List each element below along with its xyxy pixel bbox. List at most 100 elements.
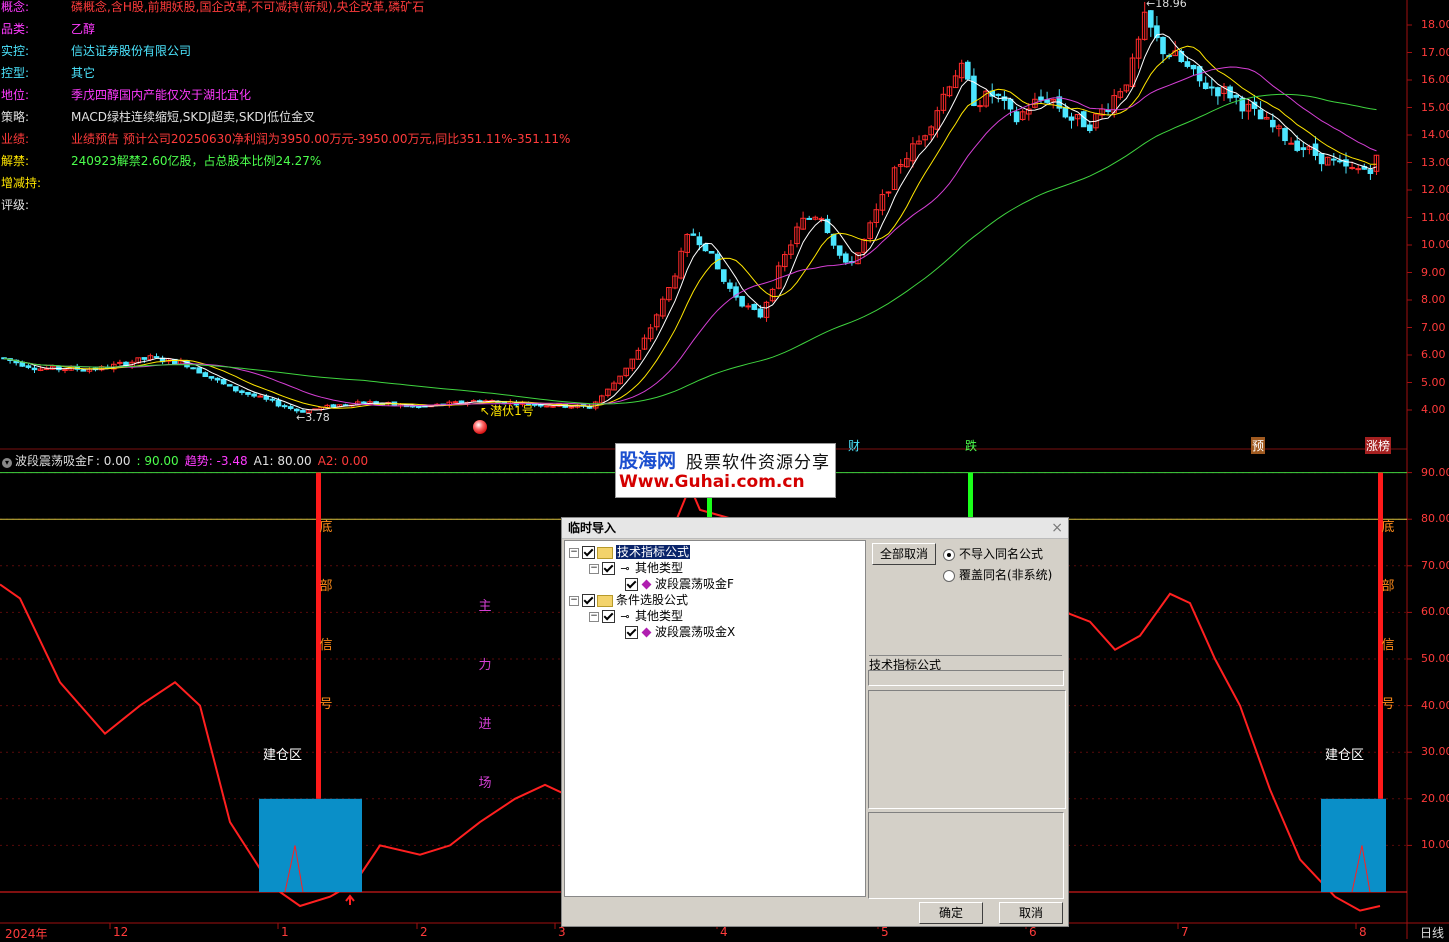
radio-icon[interactable] [943, 548, 955, 561]
price-axis-label: 5.00 [1421, 375, 1446, 389]
temp-import-dialog[interactable]: 临时导入 × − 技术指标公式 − ⊸ 其他类型 波段震荡吸金F − 条件选股公式 − ⊸… [561, 517, 1069, 927]
candle-body [117, 361, 123, 364]
collapse-icon[interactable]: − [569, 547, 579, 558]
close-icon[interactable]: × [1051, 518, 1063, 538]
candle-body [287, 406, 294, 409]
candle-body [220, 379, 227, 385]
indicator-axis-label: 10.00 [1421, 838, 1449, 852]
indicator-value: 趋势: -3.48 [184, 454, 248, 468]
candle-body [1080, 111, 1087, 128]
candle-body [739, 295, 745, 307]
candle-body [1190, 64, 1197, 70]
candle-body [550, 405, 556, 408]
candle-body [245, 391, 251, 395]
candle-body [1209, 86, 1215, 89]
time-axis-label: 5 [881, 925, 889, 939]
tree-node-formula-f[interactable]: 波段震荡吸金F [625, 576, 734, 592]
ma60-line [3, 93, 1377, 405]
watermark-brand: 股海网 [619, 450, 677, 472]
price-axis-label: 10.00 [1421, 238, 1449, 251]
price-axis-label: 14.00 [1421, 128, 1449, 141]
candle-body [1105, 109, 1111, 112]
lurker-annotation: ↖潜伏1号 [480, 404, 534, 418]
high-price-marker: ←18.96 [1146, 0, 1187, 10]
candle-body [208, 376, 215, 379]
candle-body [1282, 128, 1288, 142]
candle-body [1038, 96, 1044, 101]
formula-tree[interactable]: − 技术指标公式 − ⊸ 其他类型 波段震荡吸金F − 条件选股公式 − ⊸ 其他类型 波段… [564, 540, 866, 897]
category-field [868, 670, 1064, 686]
tree-label: 其他类型 [635, 561, 684, 575]
build-zone-label-right: 建仓区 [1325, 748, 1365, 763]
ok-button[interactable]: 确定 [919, 902, 983, 924]
event-tag-drop[interactable]: 跌 [965, 437, 977, 454]
candle-body [1318, 153, 1325, 165]
indicator-value: A1: 80.00 [253, 454, 312, 468]
event-tag-gainers[interactable]: 涨榜 [1365, 437, 1392, 454]
time-axis-label: 12 [113, 925, 129, 939]
radio-icon[interactable] [943, 569, 955, 582]
detail-panel [868, 812, 1064, 899]
radio-no-import-same[interactable]: 不导入同名公式 [943, 545, 1043, 562]
indicator-value: : 90.00 [136, 454, 179, 468]
candle-body [965, 61, 971, 80]
price-axis-label: 13.00 [1421, 155, 1449, 169]
candle-body [19, 361, 26, 367]
cancel-all-button[interactable]: 全部取消 [872, 543, 936, 565]
candle-body [1257, 109, 1264, 120]
price-axis-label: 8.00 [1421, 293, 1446, 306]
checkbox[interactable] [625, 626, 638, 639]
candle-body [269, 398, 276, 401]
tree-node-other-type-1[interactable]: − ⊸ 其他类型 [589, 560, 683, 576]
checkbox[interactable] [625, 578, 638, 591]
price-axis-label: 16.00 [1421, 73, 1449, 86]
cancel-button[interactable]: 取消 [999, 902, 1063, 924]
ma5-line [3, 33, 1377, 411]
indicator-axis-label: 30.00 [1421, 745, 1449, 759]
tree-node-tech-formulas[interactable]: − 技术指标公式 [569, 544, 691, 560]
candle-body [751, 303, 758, 310]
candle-body [1148, 10, 1154, 28]
tree-node-screening-formulas[interactable]: − 条件选股公式 [569, 592, 688, 608]
signal-ball-icon[interactable] [473, 420, 487, 434]
guhai-watermark: 股海网 股票软件资源分享 Www.Guhai.com.cn [615, 443, 836, 498]
period-label[interactable]: 日线 [1420, 924, 1444, 941]
candle-body [836, 245, 843, 256]
indicator-axis-label: 80.00 [1421, 512, 1449, 526]
checkbox[interactable] [602, 562, 615, 575]
candle-body [995, 93, 1002, 96]
collapse-icon[interactable]: − [589, 563, 599, 574]
tree-node-formula-x[interactable]: 波段震荡吸金X [625, 624, 735, 640]
time-axis-label: 6 [1029, 925, 1037, 939]
event-tag-finance[interactable]: 财 [848, 437, 860, 454]
collapse-icon[interactable]: − [589, 611, 599, 622]
watermark-url: Www.Guhai.com.cn [619, 472, 805, 492]
event-tag-forecast[interactable]: 预 [1251, 437, 1266, 454]
low-price-marker: ←3.78 [296, 411, 330, 424]
indicator-axis-label: 40.00 [1421, 698, 1449, 712]
candle-body [544, 405, 550, 408]
candle-body [885, 191, 892, 194]
price-axis-label: 6.00 [1421, 348, 1446, 361]
tree-label: 技术指标公式 [616, 545, 691, 559]
candle-body [196, 367, 202, 374]
checkbox[interactable] [602, 610, 615, 623]
candle-body [1202, 82, 1209, 90]
dialog-titlebar[interactable]: 临时导入 × [562, 518, 1068, 539]
up-arrow-icon [345, 894, 355, 905]
build-zone-box [1321, 798, 1386, 892]
candle-body [214, 377, 221, 381]
candle-body [257, 395, 263, 398]
candle-body [202, 372, 209, 378]
collapse-icon[interactable]: − [569, 595, 579, 606]
radio-overwrite-same[interactable]: 覆盖同名(非系统) [943, 566, 1052, 583]
checkbox[interactable] [582, 546, 595, 559]
price-axis-label: 12.00 [1421, 183, 1449, 196]
candle-body [745, 305, 752, 308]
folder-icon [597, 546, 613, 559]
indicator-collapse-icon[interactable]: ▾ [2, 458, 12, 468]
tree-node-other-type-2[interactable]: − ⊸ 其他类型 [589, 608, 683, 624]
radio-label: 不导入同名公式 [959, 547, 1044, 561]
candle-body [62, 369, 68, 372]
checkbox[interactable] [582, 594, 595, 607]
